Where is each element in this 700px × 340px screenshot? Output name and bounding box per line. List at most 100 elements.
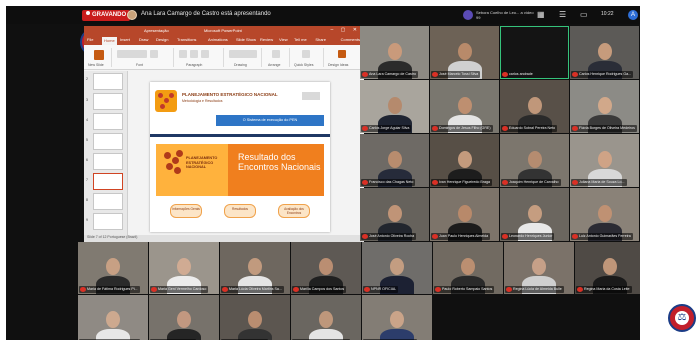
font-size-box[interactable] — [150, 50, 158, 58]
participant-name: Carlos Jorge Aguiar Silva — [361, 125, 412, 132]
participant-tile[interactable]: Juan Paulo Henriques Almeida — [430, 188, 499, 241]
participant-tile[interactable]: Eduardo Sobral Pereira Neto — [500, 80, 569, 133]
participant-tile[interactable]: José Antonio Oliveira Rocha — [360, 188, 429, 241]
participant-tile[interactable]: Luiz Antonio Guimarães Ferreira — [570, 188, 639, 241]
slide-thumbnail[interactable] — [93, 133, 123, 150]
slide-number: 7 — [86, 178, 88, 182]
window-controls[interactable]: – ▢ ✕ — [331, 27, 360, 33]
banner-left-panel: PLANEJAMENTO ESTRATÉGICO NACIONAL — [156, 144, 228, 196]
ppt-share-button[interactable]: Share — [315, 37, 326, 42]
participant-tile[interactable]: Carlos Henrique Rodrigues Ga... — [570, 26, 639, 79]
participant-name: Ivan Henrique Figueiredo Braga — [431, 179, 492, 186]
ribbon-group-quickstyles[interactable]: Quick Styles — [292, 48, 324, 67]
participant-tile[interactable]: Paulo Roberto Sampaio Santos — [433, 242, 503, 294]
ppt-tab-insert[interactable]: Insert — [120, 37, 130, 42]
slide-thumbnail[interactable] — [93, 93, 123, 110]
slide-canvas[interactable]: PLANEJAMENTO ESTRATÉGICO NACIONAL Metodo… — [150, 82, 330, 232]
participant-tile[interactable]: José Marcelo Tossi Silva — [430, 26, 499, 79]
mic-muted-icon — [572, 72, 578, 77]
ppt-tab-home[interactable]: Home — [102, 37, 117, 45]
mic-muted-icon — [80, 287, 86, 292]
participant-tile[interactable]: Juliana Maria de Souza Lo... — [570, 134, 639, 187]
participant-tile[interactable]: Joaquim Henrique de Carvalho — [500, 134, 569, 187]
participant-name: NPNR OFICIAL — [363, 286, 399, 293]
slide-thumbnail[interactable] — [93, 213, 123, 230]
ribbon-label: Font — [136, 63, 144, 67]
slide-pill-results[interactable]: Resultados — [224, 204, 256, 218]
slide-number: 3 — [86, 98, 88, 102]
ppt-tab-tellme[interactable]: Tell me — [294, 37, 307, 42]
ppt-tab-animations[interactable]: Animations — [208, 37, 228, 42]
quick-styles-icon[interactable] — [302, 50, 310, 58]
slide-number: 5 — [86, 138, 88, 142]
participant-tile[interactable]: Silvio Luiz de Jesus Guerreiro — [291, 295, 361, 340]
participant-face — [461, 258, 475, 275]
slide-thumbnail[interactable] — [93, 153, 123, 170]
participant-tile[interactable]: carlos andrade — [500, 26, 569, 79]
ribbon-group-drawing[interactable]: Drawing — [226, 48, 262, 67]
participant-tile[interactable]: Tiemie Maria Pacheco de... — [362, 295, 432, 340]
participant-tile[interactable]: Ana Lara Camargo de Castro — [360, 26, 429, 79]
participant-name: Leonardo Henriques Junior — [501, 233, 555, 240]
participant-tile[interactable]: Francisco das Chagas Neto — [360, 134, 429, 187]
participant-tile[interactable]: Ivan Henrique Figueiredo Braga — [430, 134, 499, 187]
user-avatar[interactable]: A — [628, 10, 638, 20]
ppt-tab-design[interactable]: Design — [156, 37, 168, 42]
participant-tile[interactable]: Domingos de Jesus Filho (GRE) — [430, 80, 499, 133]
ppt-tab-view[interactable]: View — [279, 37, 288, 42]
slide-link-button[interactable]: O Sistema de execução do PEN — [216, 115, 324, 126]
slide-pill-info[interactable]: Informações Gerais — [170, 204, 202, 218]
participant-tile[interactable]: Carlos Jorge Aguiar Silva — [360, 80, 429, 133]
ppt-comments-button[interactable]: Comments — [341, 37, 360, 42]
participant-tile[interactable]: Marília Campos dos Santos — [291, 242, 361, 294]
participant-tile[interactable]: Rogério de Castro Rosa Aquino — [78, 295, 148, 340]
participant-name-text: Francisco das Chagas Neto — [369, 180, 414, 184]
participant-tile[interactable]: Sebastião Pereira Neto — [220, 295, 290, 340]
align-icon[interactable] — [201, 50, 209, 58]
banner-left-title: PLANEJAMENTO ESTRATÉGICO NACIONAL — [186, 156, 218, 169]
ppt-tab-slideshow[interactable]: Slide Show — [236, 37, 256, 42]
slide-pill-evaluation[interactable]: Avaliação dos Encontros — [278, 204, 310, 218]
participant-tile[interactable]: Maria Lúcia Oliveira Martins Sa... — [220, 242, 290, 294]
ribbon-group-font[interactable]: Font — [114, 48, 174, 67]
pen-banner-logo-icon — [162, 150, 184, 176]
slide-thumbnail[interactable] — [93, 193, 123, 210]
font-name-box[interactable] — [117, 50, 147, 58]
participant-tile[interactable]: Flávia Borges de Oliveira Medeiros — [570, 80, 639, 133]
participant-name-text: Leonardo Henriques Junior — [509, 234, 553, 238]
ppt-tab-file[interactable]: File — [87, 37, 93, 42]
participant-face — [387, 43, 402, 60]
ribbon-label: Quick Styles — [294, 63, 314, 67]
list-icon[interactable]: ☰ — [559, 10, 566, 20]
participant-tile[interactable]: NPNR OFICIAL — [362, 242, 432, 294]
numbering-icon[interactable] — [190, 50, 198, 58]
ppt-tab-transitions[interactable]: Transitions — [177, 37, 196, 42]
slide-number: 6 — [86, 158, 88, 162]
ribbon-group-paragraph[interactable]: Paragraph — [176, 48, 224, 67]
participant-tile[interactable]: Maria de Fátima Rodrigues Pi... — [78, 242, 148, 294]
participant-tile[interactable]: Regina Maria da Costa Leite — [575, 242, 640, 294]
bullets-icon[interactable] — [179, 50, 187, 58]
slide-thumbnail-selected[interactable] — [93, 173, 123, 190]
grid-layout-icon[interactable]: ▦ — [537, 10, 545, 20]
participant-tile[interactable]: Maria Geni Vermelho Cardoso — [149, 242, 219, 294]
design-ideas-icon[interactable] — [338, 50, 346, 58]
ribbon-group-designideas[interactable]: Design Ideas — [326, 48, 360, 67]
slide-thumbnail[interactable] — [93, 113, 123, 130]
arrange-icon[interactable] — [272, 50, 280, 58]
participant-tile[interactable]: Samara Viana Teixeira — [149, 295, 219, 340]
shapes-gallery[interactable] — [229, 50, 257, 58]
scales-icon: ⚖ — [675, 311, 689, 325]
ribbon-group-newslide[interactable]: New Slide — [86, 48, 112, 67]
slide-thumbnail[interactable] — [93, 73, 123, 90]
mic-muted-icon — [506, 287, 512, 292]
participant-name: Joaquim Henrique de Carvalho — [501, 179, 561, 186]
participant-tile[interactable]: Regina Lúcia de Almeida Bulle — [504, 242, 574, 294]
chat-icon[interactable]: ▭ — [580, 10, 588, 20]
ppt-tab-draw[interactable]: Draw — [139, 37, 148, 42]
participant-name-text: Paulo Roberto Sampaio Santos — [442, 287, 493, 291]
ppt-tab-review[interactable]: Review — [260, 37, 273, 42]
participant-tile[interactable]: Leonardo Henriques Junior — [500, 188, 569, 241]
participant-name-text: José Antonio Oliveira Rocha — [369, 234, 415, 238]
ribbon-group-arrange[interactable]: Arrange — [264, 48, 290, 67]
